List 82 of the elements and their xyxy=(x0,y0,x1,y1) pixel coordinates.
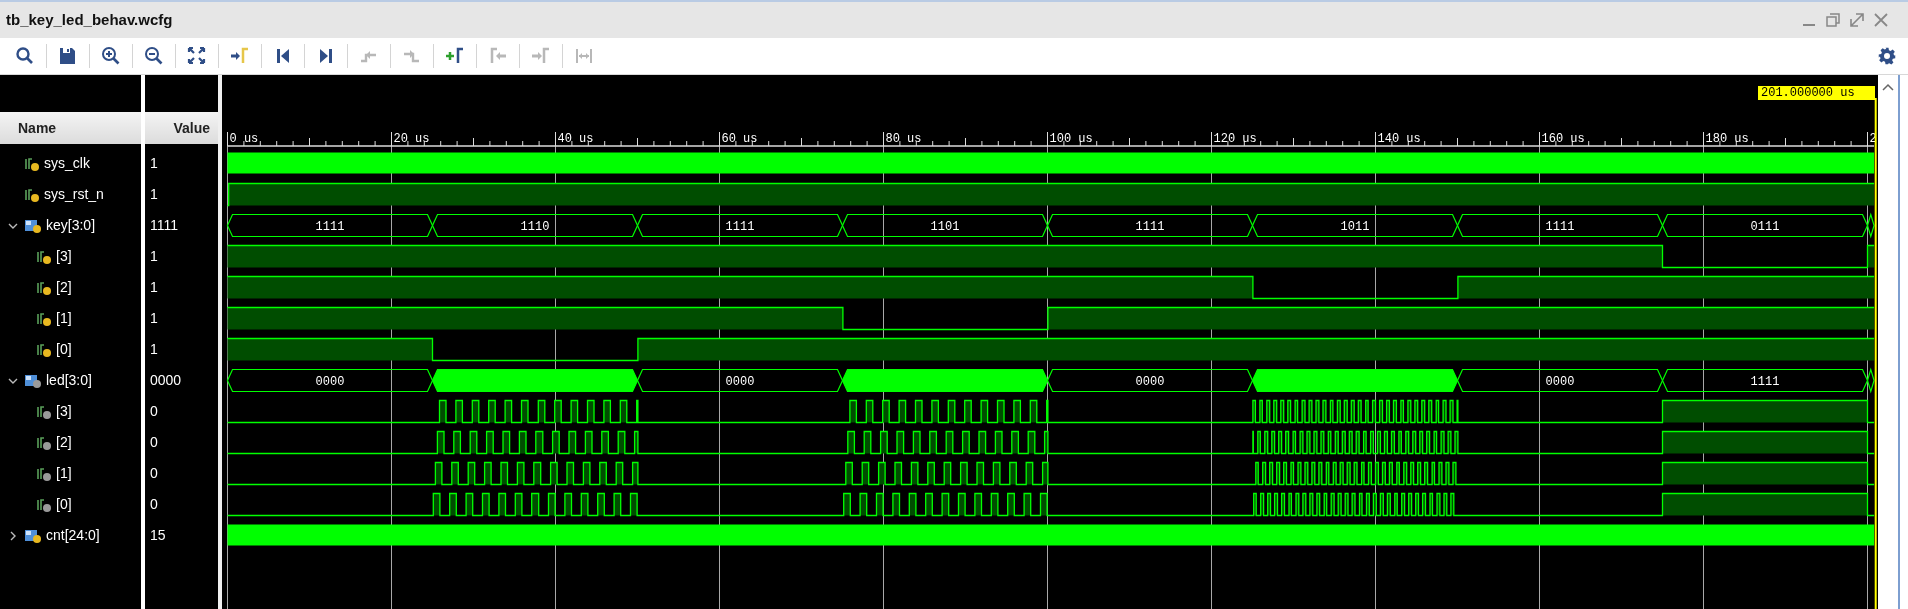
previous-marker-icon xyxy=(488,46,508,66)
signal-name[interactable]: [2] xyxy=(56,432,72,453)
time-label: 120 us xyxy=(1213,132,1257,146)
zoom-in-icon xyxy=(101,46,121,66)
bus-signal-icon xyxy=(24,217,42,234)
bus-value: 1101 xyxy=(930,219,960,234)
bus-signal-icon xyxy=(24,527,42,544)
restore-icon[interactable] xyxy=(1826,13,1840,27)
bus-value: 0111 xyxy=(1750,219,1780,234)
maximize-icon[interactable] xyxy=(1850,13,1864,27)
bus-value: 1111 xyxy=(1545,219,1575,234)
zoom-out-icon xyxy=(144,46,164,66)
signal-value: 1 xyxy=(150,247,158,266)
time-label: 80 us xyxy=(885,132,922,146)
scroll-up-icon[interactable] xyxy=(1882,83,1894,91)
bus-value: 0000 xyxy=(725,374,755,389)
window-title: tb_key_led_behav.wcfg xyxy=(6,9,173,30)
column-header[interactable]: Name xyxy=(18,117,57,139)
bit-signal-icon xyxy=(36,465,52,482)
time-label: 160 us xyxy=(1541,132,1585,146)
time-label: 140 us xyxy=(1377,132,1421,146)
search-icon xyxy=(15,46,35,66)
bit-signal-icon xyxy=(36,310,52,327)
go-to-cursor-icon xyxy=(230,46,250,66)
cursor-time: 201.000000 us xyxy=(1758,86,1875,100)
bus-value: 1110 xyxy=(520,219,550,234)
next-marker-icon xyxy=(531,46,551,66)
signal-value: 0 xyxy=(150,464,158,483)
expand-chevron-icon[interactable] xyxy=(8,530,18,541)
signal-name[interactable]: [2] xyxy=(56,277,72,298)
save-icon xyxy=(58,46,78,66)
bit-signal-icon xyxy=(36,279,52,296)
fit-arrows-icon xyxy=(187,46,207,66)
signal-name[interactable]: sys_clk xyxy=(44,153,90,174)
bus-value: 0000 xyxy=(1135,374,1165,389)
bit-signal-icon xyxy=(24,186,40,203)
bus-value: 0000 xyxy=(1545,374,1575,389)
signal-value: 1111 xyxy=(150,216,179,235)
time-label: 40 us xyxy=(557,132,594,146)
signal-value: 1 xyxy=(150,154,158,173)
signal-name[interactable]: [1] xyxy=(56,308,72,329)
signal-value: 0000 xyxy=(150,371,182,390)
add-marker-icon xyxy=(445,46,465,66)
bus-value: 1111 xyxy=(315,219,345,234)
signal-value: 1 xyxy=(150,185,158,204)
signal-name[interactable]: cnt[24:0] xyxy=(46,525,100,546)
time-label: 180 us xyxy=(1705,132,1749,146)
settings-icon[interactable] xyxy=(1878,47,1896,65)
signal-name[interactable]: [0] xyxy=(56,494,72,515)
bus-value: 0000 xyxy=(315,374,345,389)
signal-name[interactable]: led[3:0] xyxy=(46,370,92,391)
bit-signal-icon xyxy=(36,434,52,451)
signal-name[interactable]: sys_rst_n xyxy=(44,184,104,205)
signal-value: 15 xyxy=(150,526,166,545)
signal-value: 0 xyxy=(150,433,158,452)
signal-name[interactable]: [3] xyxy=(56,246,72,267)
signal-value: 1 xyxy=(150,340,158,359)
bus-value: 1011 xyxy=(1340,219,1370,234)
signal-value: 1 xyxy=(150,309,158,328)
bit-signal-icon xyxy=(36,496,52,513)
signal-value: 0 xyxy=(150,402,158,421)
cursor-line[interactable] xyxy=(1874,97,1877,609)
bit-signal-icon xyxy=(36,403,52,420)
signal-name[interactable]: [0] xyxy=(56,339,72,360)
cursor-span-icon xyxy=(574,46,594,66)
bus-value: 1111 xyxy=(725,219,755,234)
time-label: 0 us xyxy=(229,132,259,146)
time-label: 20 us xyxy=(393,132,430,146)
close-icon[interactable] xyxy=(1874,13,1888,27)
bus-value: 1111 xyxy=(1750,374,1780,389)
bit-signal-icon xyxy=(36,248,52,265)
bit-signal-icon xyxy=(24,155,40,172)
bit-signal-icon xyxy=(36,341,52,358)
signal-name[interactable]: [1] xyxy=(56,463,72,484)
signal-value: 1 xyxy=(150,278,158,297)
time-label: 100 us xyxy=(1049,132,1093,146)
time-label: 60 us xyxy=(721,132,758,146)
bus-signal-icon xyxy=(24,372,42,389)
signal-name[interactable]: key[3:0] xyxy=(46,215,96,236)
signal-name[interactable]: [3] xyxy=(56,401,72,422)
bus-value: 1111 xyxy=(1135,219,1165,234)
signal-value: 0 xyxy=(150,495,158,514)
